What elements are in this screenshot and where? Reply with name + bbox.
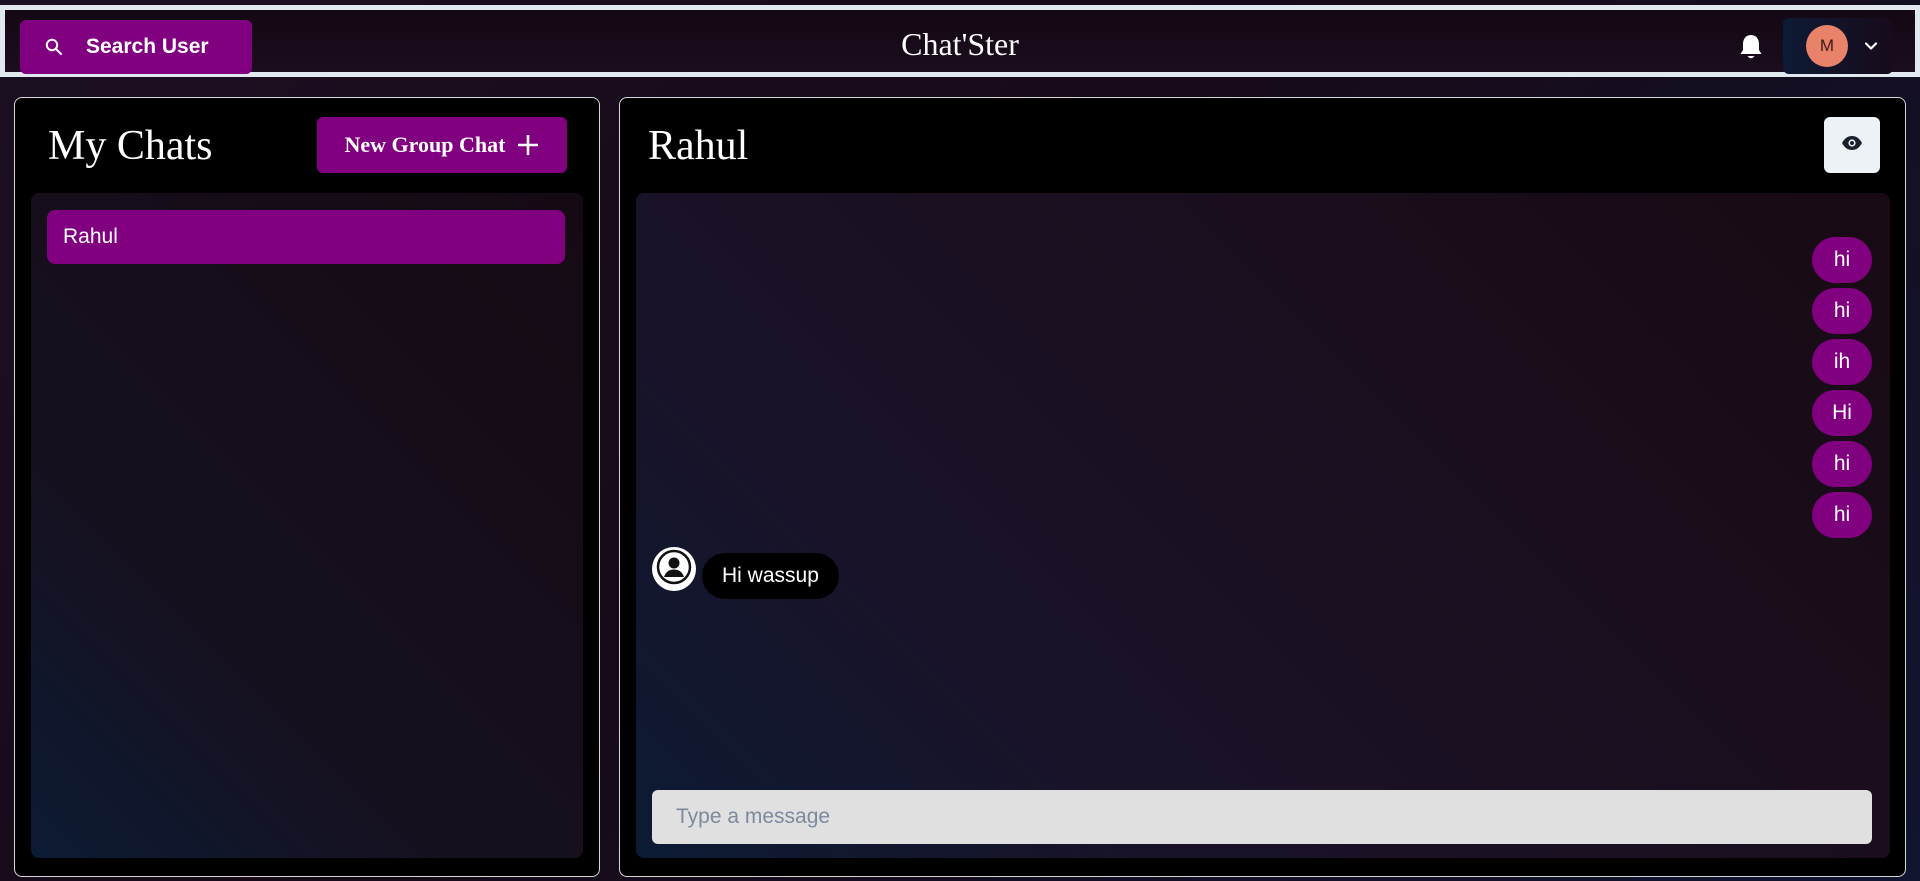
messages-area: hi hi ih Hi hi hi Hi wassup [636,193,1890,858]
chat-list-item-rahul[interactable]: Rahul [47,210,565,264]
sent-message: ih [1812,339,1872,385]
eye-icon [1841,135,1863,156]
chevron-down-icon [1863,38,1879,54]
view-profile-button[interactable] [1824,117,1880,173]
user-circle-icon [656,549,692,590]
avatar: M [1806,25,1848,67]
sent-message: hi [1812,441,1872,487]
app-title: Chat'Ster [901,26,1019,62]
plus-icon [517,134,539,156]
sent-message: hi [1812,288,1872,334]
chat-title: Rahul [648,123,749,169]
bell-icon[interactable] [1737,32,1765,62]
chat-panel: Rahul hi hi ih Hi hi hi Hi wassup [619,97,1906,877]
new-group-chat-button[interactable]: New Group Chat [317,117,567,173]
sender-avatar[interactable] [652,547,696,591]
sent-message: Hi [1812,390,1872,436]
top-bar: Search User Chat'Ster M [0,5,1920,77]
my-chats-panel: My Chats New Group Chat Rahul [14,97,600,877]
sent-message: hi [1812,492,1872,538]
chat-list: Rahul [31,193,583,858]
sent-message: hi [1812,237,1872,283]
my-chats-title: My Chats [48,123,213,169]
received-message: Hi wassup [702,553,839,599]
profile-menu-button[interactable]: M [1783,18,1893,74]
message-input[interactable] [652,790,1872,844]
new-group-chat-label: New Group Chat [344,132,506,157]
